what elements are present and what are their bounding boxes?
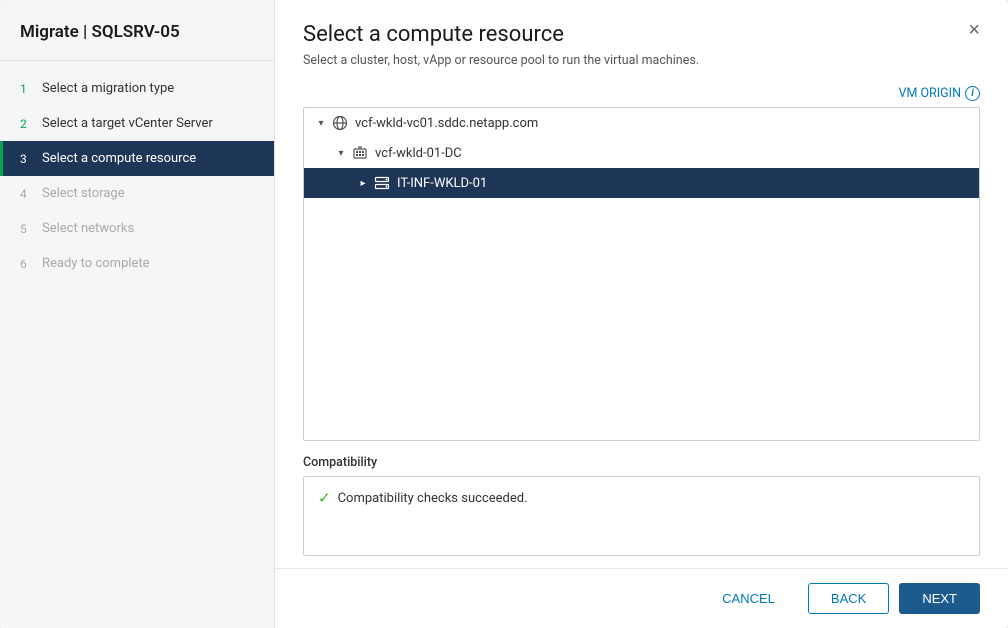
sidebar-steps: 1 Select a migration type 2 Select a target…: [0, 61, 274, 291]
sidebar-step-1[interactable]: 1 Select a migration type: [0, 71, 274, 106]
chevron-right-icon: ▸: [356, 176, 370, 190]
sidebar-step-5: 5 Select networks: [0, 211, 274, 246]
page-title: Select a compute resource: [303, 22, 980, 47]
step-num-4: 4: [20, 187, 34, 201]
sidebar: Migrate | SQLSRV-05 1 Select a migration …: [0, 0, 275, 628]
step-num-3: 3: [20, 152, 34, 166]
migrate-dialog: Migrate | SQLSRV-05 1 Select a migration …: [0, 0, 1008, 628]
step-num-1: 1: [20, 82, 34, 96]
step-label-4: Select storage: [42, 186, 125, 201]
cluster-icon: [374, 175, 390, 191]
compatibility-success: ✓ Compatibility checks succeeded.: [318, 489, 965, 507]
compatibility-section: Compatibility ✓ Compatibility checks suc…: [303, 455, 980, 556]
check-icon: ✓: [318, 489, 331, 507]
info-icon: i: [965, 86, 980, 101]
vm-origin-row: VM ORIGIN i: [303, 78, 980, 107]
node-label-vcenter: vcf-wkld-vc01.sddc.netapp.com: [355, 116, 538, 131]
sidebar-step-4: 4 Select storage: [0, 176, 274, 211]
compatibility-box: ✓ Compatibility checks succeeded.: [303, 476, 980, 556]
chevron-down-icon: ▾: [334, 146, 348, 160]
node-label-dc: vcf-wkld-01-DC: [375, 146, 462, 161]
chevron-down-icon: ▾: [314, 116, 328, 130]
tree-node-vcenter[interactable]: ▾ vcf-wkld-vc01.sddc.netapp.com: [304, 108, 979, 138]
close-button[interactable]: ×: [962, 18, 986, 42]
step-num-6: 6: [20, 257, 34, 271]
vm-origin-link[interactable]: VM ORIGIN i: [898, 86, 980, 101]
next-button[interactable]: NEXT: [899, 583, 980, 614]
main-panel: Select a compute resource Select a clust…: [275, 0, 1008, 628]
tree-node-dc[interactable]: ▾ vcf-wkld-01-DC: [304, 138, 979, 168]
tree-panel[interactable]: ▾ vcf-wkld-vc01.sddc.netapp.com▾ vcf-wkl…: [303, 107, 980, 441]
step-label-5: Select networks: [42, 221, 134, 236]
page-subtitle: Select a cluster, host, vApp or resource…: [303, 53, 980, 68]
step-num-5: 5: [20, 222, 34, 236]
compatibility-text: Compatibility checks succeeded.: [338, 491, 528, 506]
vm-origin-label: VM ORIGIN: [898, 86, 961, 101]
sidebar-step-6: 6 Ready to complete: [0, 246, 274, 281]
back-button[interactable]: BACK: [808, 583, 889, 614]
content-area: VM ORIGIN i ▾ vcf-wkld-vc01.sddc.netapp.…: [275, 78, 1008, 568]
dc-icon: [352, 145, 368, 161]
step-label-1: Select a migration type: [42, 81, 174, 96]
vcenter-icon: [332, 115, 348, 131]
node-label-cluster: IT-INF-WKLD-01: [397, 176, 487, 191]
compatibility-label: Compatibility: [303, 455, 980, 470]
sidebar-title: Migrate | SQLSRV-05: [0, 0, 274, 61]
footer: CANCEL BACK NEXT: [275, 568, 1008, 628]
sidebar-step-3[interactable]: 3 Select a compute resource: [0, 141, 274, 176]
step-label-2: Select a target vCenter Server: [42, 116, 213, 131]
step-label-3: Select a compute resource: [42, 151, 196, 166]
main-header: Select a compute resource Select a clust…: [275, 0, 1008, 78]
cancel-button[interactable]: CANCEL: [699, 583, 798, 614]
tree-node-cluster[interactable]: ▸ IT-INF-WKLD-01: [304, 168, 979, 198]
sidebar-step-2[interactable]: 2 Select a target vCenter Server: [0, 106, 274, 141]
step-label-6: Ready to complete: [42, 256, 150, 271]
step-num-2: 2: [20, 117, 34, 131]
